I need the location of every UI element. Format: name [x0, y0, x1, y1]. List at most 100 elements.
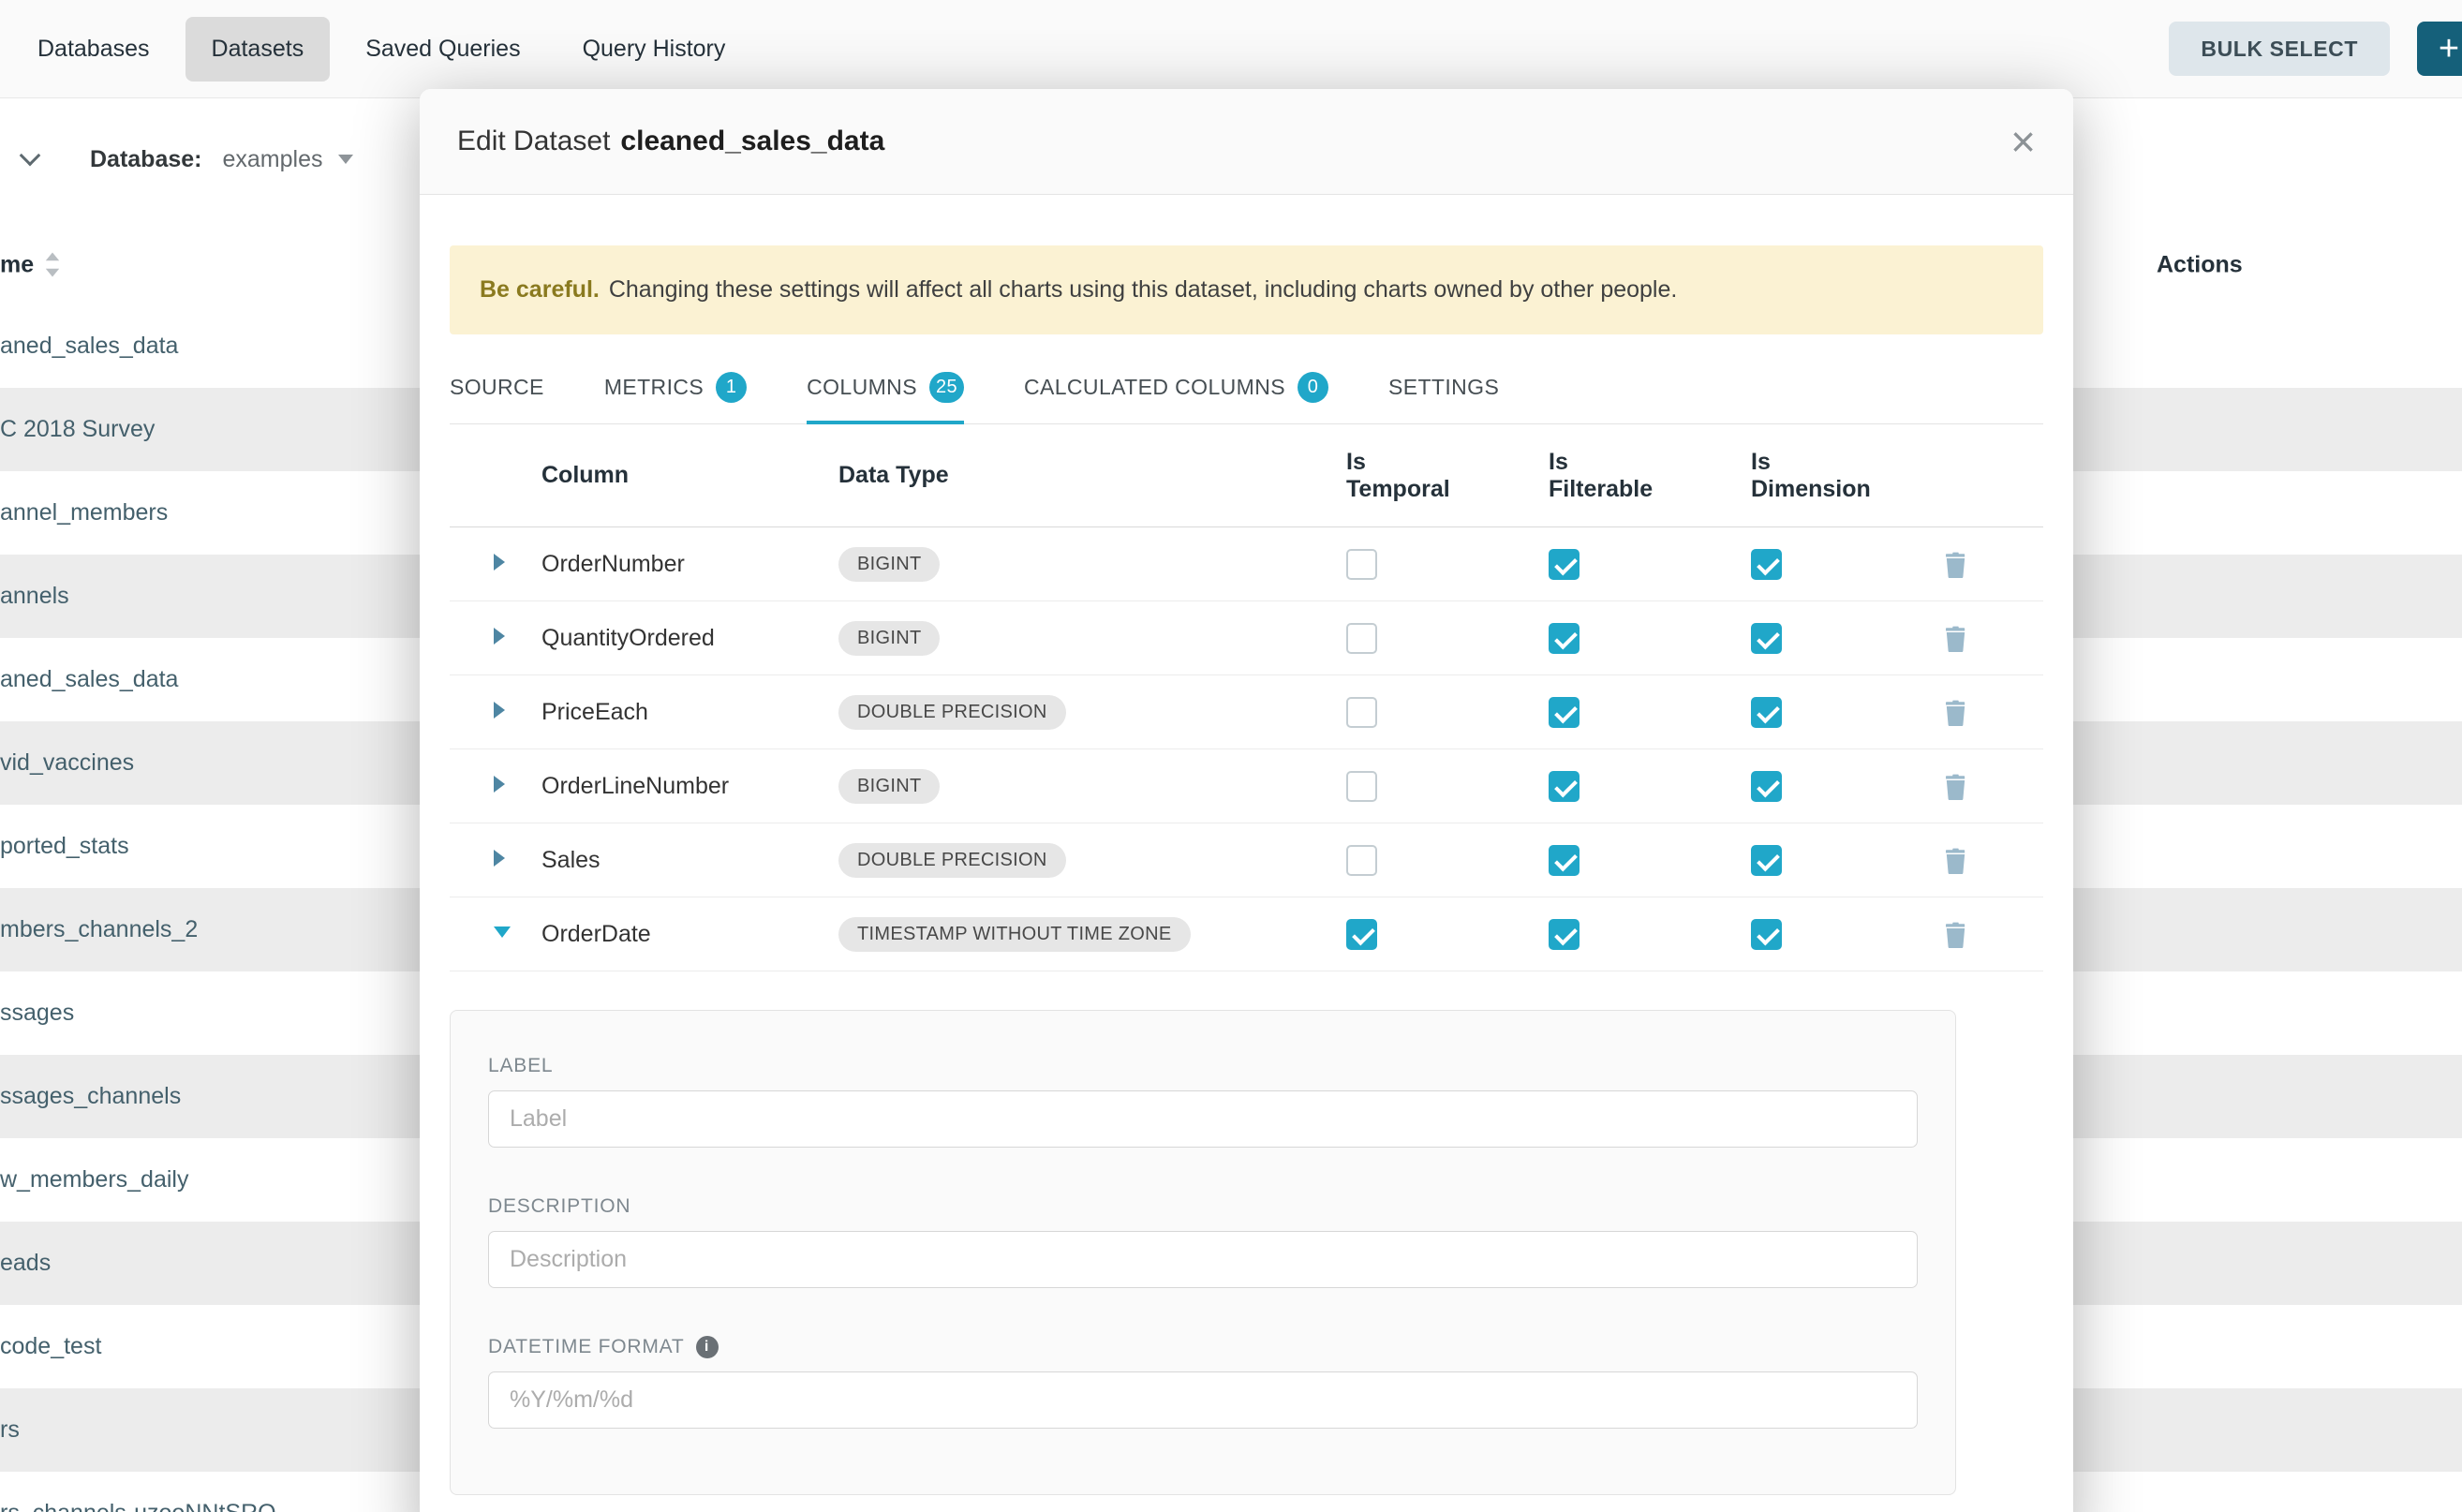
expand-caret-icon[interactable] [494, 776, 505, 793]
warning-banner: Be careful. Changing these settings will… [450, 245, 2043, 334]
dataset-link[interactable]: vid_vaccines [0, 749, 134, 777]
database-filter-value[interactable]: examples [223, 146, 323, 173]
is-filterable-checkbox[interactable] [1549, 845, 1580, 876]
label-field-label: LABEL [488, 1055, 1918, 1077]
is-filterable-checkbox[interactable] [1549, 919, 1580, 950]
nav-tab-query-history[interactable]: Query History [556, 17, 752, 82]
is-temporal-checkbox[interactable] [1346, 919, 1377, 950]
is-filterable-checkbox[interactable] [1549, 771, 1580, 802]
column-row: QuantityOrdered BIGINT [450, 601, 2043, 675]
dataset-link[interactable]: ssages_channels [0, 1083, 181, 1110]
nav-tab-datasets[interactable]: Datasets [185, 17, 331, 82]
dataset-link[interactable]: ssages [0, 1000, 74, 1027]
delete-icon[interactable] [1943, 625, 1968, 652]
is-dimension-checkbox[interactable] [1751, 919, 1782, 950]
tab-label: COLUMNS [807, 375, 917, 400]
actions-column-header: Actions [2157, 251, 2243, 278]
label-input[interactable] [488, 1090, 1918, 1148]
tab-source[interactable]: SOURCE [450, 372, 544, 423]
chevron-down-icon[interactable] [20, 145, 41, 167]
data-type-pill: TIMESTAMP WITHOUT TIME ZONE [838, 917, 1191, 952]
expand-caret-icon[interactable] [494, 850, 505, 867]
expand-caret-icon[interactable] [494, 628, 505, 645]
expand-caret-icon[interactable] [494, 702, 505, 719]
sort-icon[interactable] [43, 253, 62, 277]
is-filterable-checkbox[interactable] [1549, 549, 1580, 580]
tab-label: METRICS [604, 375, 704, 400]
is-dimension-checkbox[interactable] [1751, 771, 1782, 802]
info-icon[interactable]: i [696, 1336, 719, 1358]
is-dimension-checkbox[interactable] [1751, 697, 1782, 728]
add-dataset-button[interactable]: + [2417, 22, 2462, 76]
is-dimension-checkbox[interactable] [1751, 549, 1782, 580]
modal-title-prefix: Edit Dataset [457, 126, 610, 157]
col-header-is-filterable: Is Filterable [1462, 449, 1665, 503]
dataset-link[interactable]: rs [0, 1416, 20, 1444]
tab-count-badge: 0 [1298, 372, 1328, 403]
modal-header: Edit Dataset cleaned_sales_data × [420, 89, 2073, 195]
tab-label: SETTINGS [1388, 375, 1499, 400]
col-header-data-type: Data Type [838, 462, 1260, 489]
tab-settings[interactable]: SETTINGS [1388, 372, 1499, 423]
column-row: OrderLineNumber BIGINT [450, 749, 2043, 823]
tab-count-badge: 25 [929, 372, 964, 403]
column-name: OrderDate [541, 921, 838, 948]
dataset-link[interactable]: annel_members [0, 499, 168, 526]
column-editor-panel: LABEL DESCRIPTION DATETIME FORMAT i [450, 1010, 1956, 1495]
bulk-select-button[interactable]: BULK SELECT [2169, 22, 2390, 76]
is-filterable-checkbox[interactable] [1549, 623, 1580, 654]
description-input[interactable] [488, 1231, 1918, 1288]
col-header-is-temporal: Is Temporal [1260, 449, 1462, 503]
tab-columns[interactable]: COLUMNS 25 [807, 372, 964, 423]
data-type-pill: BIGINT [838, 621, 940, 656]
close-icon[interactable]: × [2010, 120, 2036, 163]
dataset-link[interactable]: mbers_channels_2 [0, 916, 198, 943]
modal-body: Be careful. Changing these settings will… [420, 245, 2073, 1495]
dataset-link[interactable]: code_test [0, 1333, 101, 1360]
column-name: Sales [541, 847, 838, 874]
nav-tab-databases[interactable]: Databases [11, 17, 176, 82]
edit-dataset-modal: Edit Dataset cleaned_sales_data × Be car… [420, 89, 2073, 1512]
dataset-link[interactable]: rs_channels-uzooNNtSRO [0, 1500, 276, 1512]
is-temporal-checkbox[interactable] [1346, 771, 1377, 802]
datetime-format-input[interactable] [488, 1371, 1918, 1429]
dataset-link[interactable]: ported_stats [0, 833, 129, 860]
tab-metrics[interactable]: METRICS 1 [604, 372, 747, 423]
dataset-link[interactable]: w_members_daily [0, 1166, 188, 1193]
column-name: PriceEach [541, 699, 838, 726]
delete-icon[interactable] [1943, 773, 1968, 800]
delete-icon[interactable] [1943, 699, 1968, 726]
tab-label: CALCULATED COLUMNS [1024, 375, 1285, 400]
delete-icon[interactable] [1943, 551, 1968, 578]
dataset-link[interactable]: annels [0, 583, 69, 610]
nav-tabs: Databases Datasets Saved Queries Query H… [0, 17, 751, 82]
dataset-link[interactable]: aned_sales_data [0, 333, 178, 360]
is-temporal-checkbox[interactable] [1346, 549, 1377, 580]
data-type-pill: BIGINT [838, 547, 940, 582]
collapse-caret-icon[interactable] [494, 926, 511, 938]
delete-icon[interactable] [1943, 921, 1968, 948]
delete-icon[interactable] [1943, 847, 1968, 874]
top-navigation: Databases Datasets Saved Queries Query H… [0, 0, 2462, 98]
dataset-link[interactable]: eads [0, 1250, 51, 1277]
tab-label: SOURCE [450, 375, 544, 400]
expand-caret-icon[interactable] [494, 554, 505, 571]
app-screen: Databases Datasets Saved Queries Query H… [0, 0, 2462, 1512]
is-dimension-checkbox[interactable] [1751, 623, 1782, 654]
data-type-pill: BIGINT [838, 769, 940, 804]
is-temporal-checkbox[interactable] [1346, 697, 1377, 728]
tab-calculated-columns[interactable]: CALCULATED COLUMNS 0 [1024, 372, 1328, 423]
is-temporal-checkbox[interactable] [1346, 845, 1377, 876]
is-temporal-checkbox[interactable] [1346, 623, 1377, 654]
is-dimension-checkbox[interactable] [1751, 845, 1782, 876]
col-header-column: Column [541, 462, 838, 489]
column-row: OrderNumber BIGINT [450, 527, 2043, 601]
is-filterable-checkbox[interactable] [1549, 697, 1580, 728]
dataset-link[interactable]: C 2018 Survey [0, 416, 155, 443]
nav-tab-saved-queries[interactable]: Saved Queries [339, 17, 546, 82]
name-column-header: me [0, 251, 34, 278]
column-row-expanded: OrderDate TIMESTAMP WITHOUT TIME ZONE [450, 897, 2043, 971]
caret-down-icon[interactable] [338, 155, 353, 164]
dataset-link[interactable]: aned_sales_data [0, 666, 178, 693]
datetime-format-field: DATETIME FORMAT i [488, 1336, 1918, 1429]
